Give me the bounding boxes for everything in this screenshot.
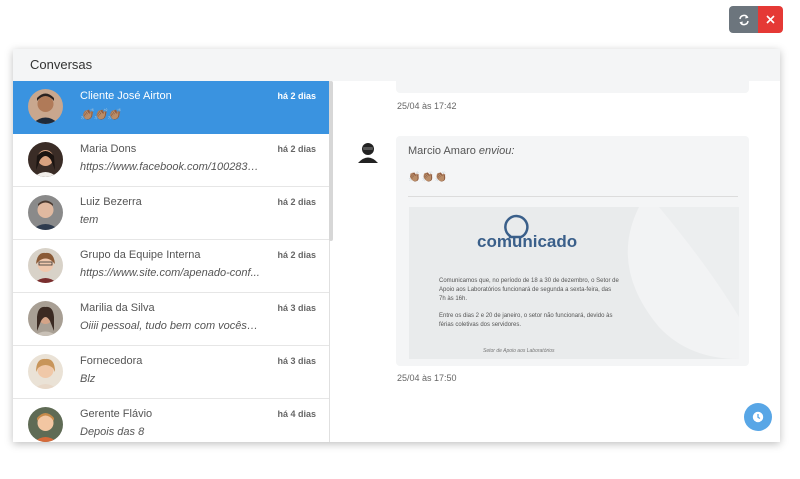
refresh-icon (738, 14, 749, 25)
conversation-item[interactable]: Cliente José Airton há 2 dias 👏🏽👏🏽👏🏽 (13, 81, 329, 134)
person-icon (358, 143, 378, 163)
image-attachment[interactable]: comunicado Comunicamos que, no período d… (409, 207, 739, 359)
conversation-preview: Blz (80, 373, 96, 385)
message-time: 25/04 às 17:42 (397, 101, 457, 111)
attachment-paragraph: Entre os dias 2 e 20 de janeiro, o setor… (439, 313, 613, 328)
window-controls (729, 6, 783, 33)
avatar (28, 248, 63, 283)
avatar (28, 407, 63, 442)
close-icon (766, 15, 775, 24)
conversation-name: Grupo da Equipe Interna (80, 249, 201, 261)
conversation-name: Luiz Bezerra (80, 196, 142, 208)
message-bubble: Marcio Amaro enviou: 👏🏽👏🏽👏🏽 comunicado C… (396, 136, 749, 366)
conversation-preview: Depois das 8 (80, 426, 145, 438)
divider (408, 196, 738, 197)
sent-verb: enviou: (478, 145, 515, 157)
conversation-name: Cliente José Airton (80, 90, 172, 102)
conversation-time: há 2 dias (277, 91, 316, 101)
attachment-signature: Setor de Apoio aos Laboratórios (483, 348, 555, 354)
conversation-preview: tem (80, 214, 99, 226)
message-time: 25/04 às 17:50 (397, 373, 457, 383)
conversation-preview: 👏🏽👏🏽👏🏽 (80, 109, 122, 121)
avatar (28, 142, 63, 177)
conversation-list[interactable]: Cliente José Airton há 2 dias 👏🏽👏🏽👏🏽 Mar… (13, 81, 330, 442)
conversation-preview: https://www.site.com/apenado-conf... (80, 267, 260, 279)
previous-message-bubble (396, 81, 749, 93)
sender-name: Marcio Amaro (408, 145, 476, 157)
refresh-button[interactable] (729, 6, 758, 33)
conversation-item[interactable]: Luiz Bezerra há 2 dias tem (13, 187, 329, 240)
close-button[interactable] (758, 6, 783, 33)
conversation-time: há 4 dias (277, 409, 316, 419)
conversation-item[interactable]: Maria Dons há 2 dias https://www.faceboo… (13, 134, 329, 187)
avatar (28, 195, 63, 230)
conversation-time: há 2 dias (277, 250, 316, 260)
conversation-name: Gerente Flávio (80, 408, 153, 420)
clock-icon (752, 411, 764, 423)
conversation-time: há 3 dias (277, 303, 316, 313)
avatar (28, 301, 63, 336)
conversation-item[interactable]: Gerente Flávio há 4 dias Depois das 8 (13, 399, 329, 442)
conversation-item[interactable]: Grupo da Equipe Interna há 2 dias https:… (13, 240, 329, 293)
conversation-preview: https://www.facebook.com/100283261482764… (80, 161, 260, 173)
message-emojis: 👏🏽👏🏽👏🏽 (408, 172, 449, 183)
conversation-item[interactable]: Fornecedora há 3 dias Blz (13, 346, 329, 399)
panel-header: Conversas (13, 49, 780, 81)
avatar (28, 89, 63, 124)
conversation-time: há 3 dias (277, 356, 316, 366)
conversation-time: há 2 dias (277, 144, 316, 154)
conversation-name: Marilia da Silva (80, 302, 155, 314)
chat-area: 25/04 às 17:42 Marcio Amaro enviou: 👏🏽👏🏽… (333, 81, 780, 442)
attachment-paragraph: Comunicamos que, no período de 18 a 30 d… (439, 278, 619, 302)
conversation-name: Fornecedora (80, 355, 143, 367)
attachment-title: comunicado (477, 232, 578, 251)
conversation-item[interactable]: Marilia da Silva há 3 dias Oiiii pessoal… (13, 293, 329, 346)
avatar (28, 354, 63, 389)
conversation-name: Maria Dons (80, 143, 137, 155)
message-sender: Marcio Amaro enviou: (408, 145, 514, 157)
conversation-preview: Oiiii pessoal, tudo bem com vocês? Algu.… (80, 320, 260, 332)
schedule-button[interactable] (744, 403, 772, 431)
conversation-time: há 2 dias (277, 197, 316, 207)
panel-title: Conversas (30, 57, 93, 72)
conversations-panel: Conversas Cliente José Airton há 2 dias … (13, 49, 780, 442)
